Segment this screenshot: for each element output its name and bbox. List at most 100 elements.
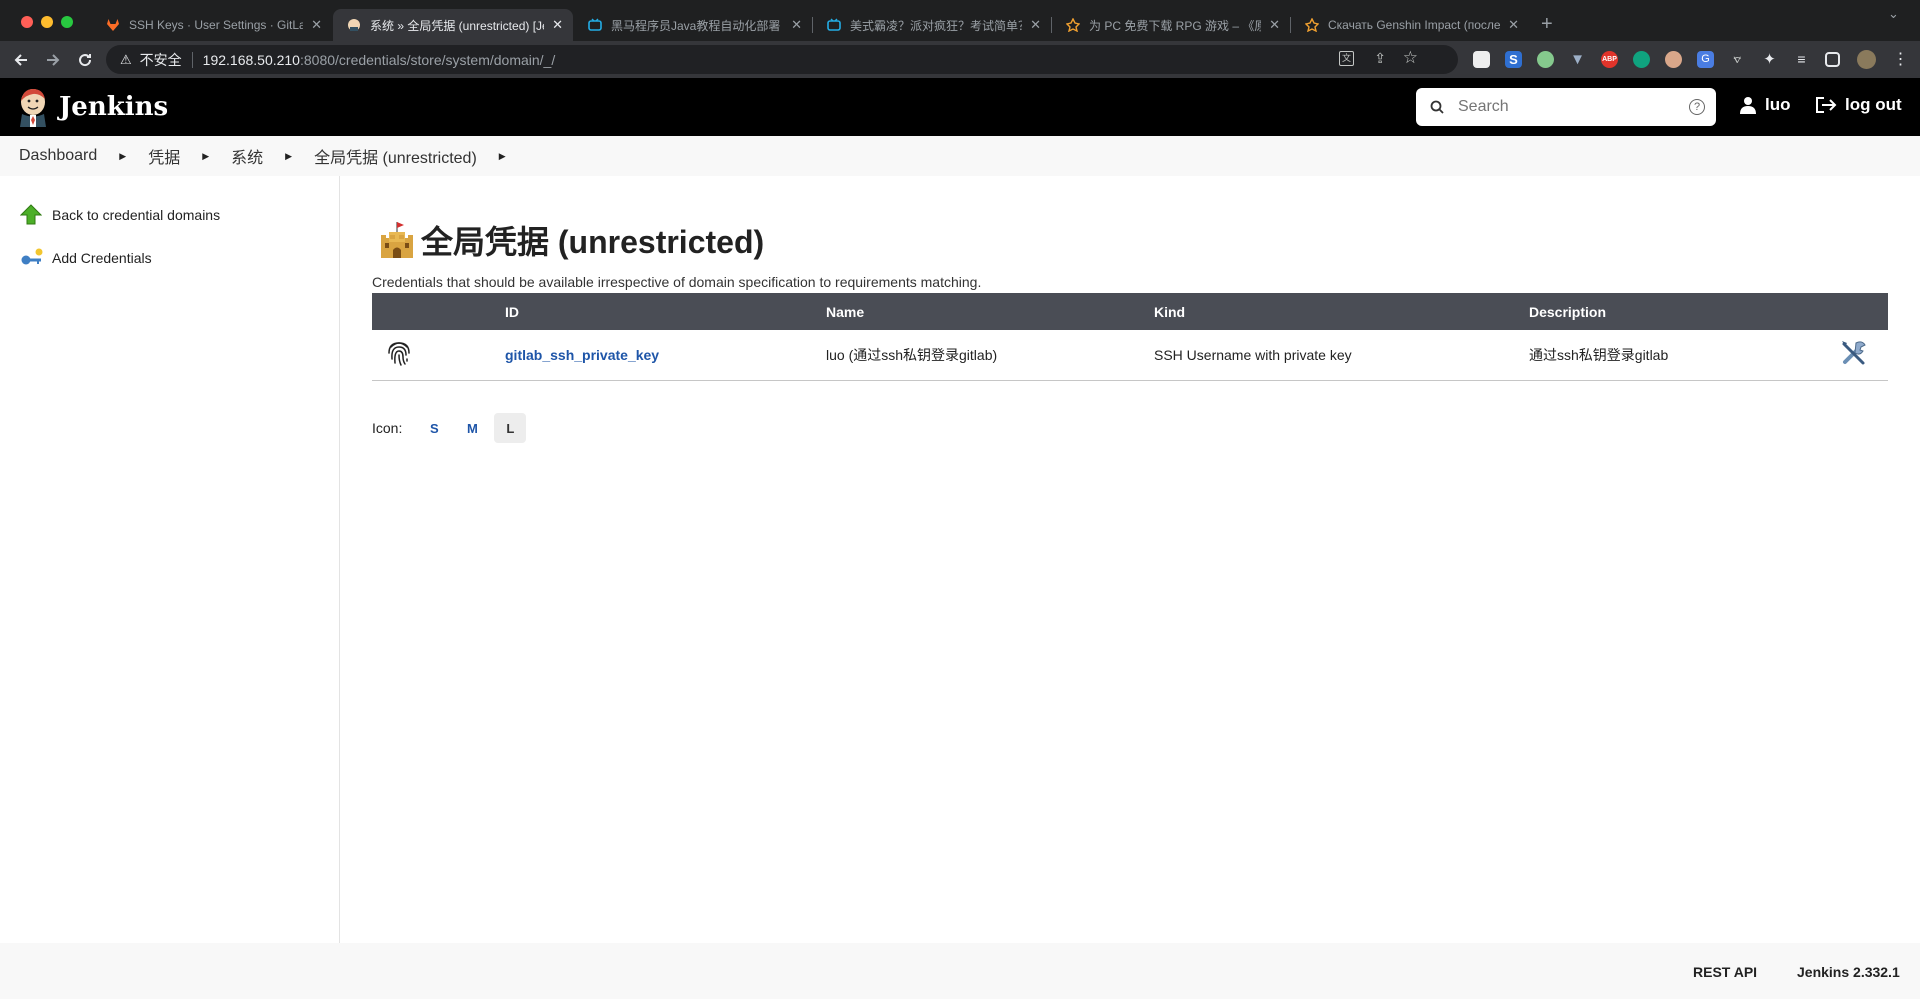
tab-title: 黑马程序员Java教程自动化部署 [611, 18, 781, 33]
breadcrumb-global-domain[interactable]: 全局凭据 (unrestricted) [314, 144, 477, 168]
tab-search-icon[interactable]: ⌄ [1888, 6, 1899, 22]
chevron-right-icon[interactable]: ▶ [119, 151, 126, 162]
user-name: luo [1765, 95, 1791, 114]
forward-button[interactable] [38, 41, 68, 78]
logout-link[interactable]: log out [1815, 95, 1902, 115]
genshin-icon [1305, 18, 1319, 32]
url-path: :8080/credentials/store/system/domain/_/ [299, 51, 556, 68]
close-icon[interactable]: ✕ [791, 17, 802, 33]
row-kind-cell: SSH Username with private key [1154, 330, 1529, 381]
ext-face-icon[interactable] [1665, 51, 1682, 68]
side-panel: Back to credential domains Add Credentia… [0, 176, 340, 943]
icon-size-l-button[interactable]: L [494, 413, 527, 443]
search-icon [1430, 100, 1444, 114]
jenkins-favicon-icon [347, 18, 361, 32]
ext-cast-icon[interactable]: ⦡ [1729, 51, 1746, 68]
new-tab-button[interactable]: + [1541, 13, 1553, 36]
window-close-button[interactable] [21, 16, 33, 28]
close-icon[interactable]: ✕ [1508, 17, 1519, 33]
browser-tab-bar: SSH Keys · User Settings · GitLab ✕ 系统 »… [0, 0, 1920, 41]
page-description: Credentials that should be available irr… [372, 274, 982, 290]
help-icon[interactable]: ? [1689, 99, 1705, 115]
jenkins-logo-text: Jenkins [59, 92, 169, 122]
puzzle-icon[interactable]: ✦ [1761, 51, 1778, 68]
ext-v-icon[interactable]: ▼ [1569, 51, 1586, 68]
row-icon-cell [372, 330, 505, 381]
page-heading: 全局凭据 (unrestricted) [377, 217, 764, 263]
logout-label: log out [1845, 95, 1902, 114]
window-minimize-button[interactable] [41, 16, 53, 28]
configure-credential-button[interactable] [1839, 338, 1869, 371]
back-to-domains-link[interactable]: Back to credential domains [20, 204, 220, 226]
google-translate-icon[interactable]: G [1697, 51, 1714, 68]
window-zoom-button[interactable] [61, 16, 73, 28]
chevron-right-icon[interactable]: ▶ [499, 151, 506, 162]
breadcrumb-dashboard[interactable]: Dashboard [19, 147, 97, 165]
close-icon[interactable]: ✕ [1030, 17, 1041, 33]
icon-size-selector: Icon: S M L [372, 413, 527, 443]
add-key-icon [21, 248, 43, 265]
jenkins-home-link[interactable]: Jenkins [17, 87, 168, 127]
adblock-icon[interactable]: ABP [1601, 51, 1618, 68]
ext-reader-icon[interactable] [1473, 51, 1490, 68]
table-header-row: ID Name Kind Description [372, 293, 1888, 330]
credential-id-link[interactable]: gitlab_ssh_private_key [505, 347, 659, 363]
bookmark-star-icon[interactable]: ☆ [1403, 48, 1418, 68]
ext-circle-icon[interactable] [1537, 51, 1554, 68]
search-input[interactable] [1458, 98, 1668, 116]
column-header-kind[interactable]: Kind [1154, 293, 1529, 330]
jenkins-header: Jenkins ? luo log out [0, 78, 1920, 136]
icon-size-m-button[interactable]: M [456, 413, 488, 443]
browser-tab-gitlab[interactable]: SSH Keys · User Settings · GitLab ✕ [92, 9, 332, 41]
warning-icon[interactable]: ⚠ [120, 52, 132, 68]
browser-tab-bilibili-1[interactable]: 黑马程序员Java教程自动化部署 ✕ [574, 9, 812, 41]
close-icon[interactable]: ✕ [552, 17, 563, 33]
reload-button[interactable] [70, 41, 100, 78]
browser-tab-bilibili-2[interactable]: 美式霸凌？派对疯狂？考试简单？ ✕ [813, 9, 1051, 41]
column-header-name[interactable]: Name [826, 293, 1154, 330]
footer: REST API Jenkins 2.332.1 [0, 943, 1920, 999]
chevron-right-icon[interactable]: ▶ [202, 151, 209, 162]
user-link[interactable]: luo [1740, 95, 1791, 115]
credentials-table: ID Name Kind Description gitlab_ssh_priv… [372, 293, 1888, 381]
browser-tab-genshin-ru[interactable]: Скачать Genshin Impact (последняя версия… [1291, 9, 1529, 41]
address-bar[interactable]: ⚠ 不安全 192.168.50.210 :8080/credentials/s… [106, 45, 1458, 74]
column-header-description[interactable]: Description [1529, 293, 1809, 330]
logout-icon [1816, 97, 1837, 113]
rest-api-link[interactable]: REST API [1693, 964, 1757, 980]
up-arrow-icon [20, 204, 42, 225]
url-host: 192.168.50.210 [202, 51, 300, 68]
breadcrumb-system[interactable]: 系统 [231, 144, 263, 168]
fingerprint-icon [388, 342, 410, 366]
media-icon[interactable]: ≡ [1793, 51, 1810, 68]
close-icon[interactable]: ✕ [311, 17, 322, 33]
search-box[interactable]: ? [1416, 88, 1716, 126]
ext-chatgpt-icon[interactable] [1633, 51, 1650, 68]
breadcrumb-credentials[interactable]: 凭据 [148, 144, 180, 168]
bilibili-icon [827, 18, 841, 32]
ext-s-icon[interactable]: S [1505, 51, 1522, 68]
browser-tab-jenkins[interactable]: 系统 » 全局凭据 (unrestricted) [Jenkins] ✕ [333, 9, 573, 41]
wrench-screwdriver-icon [1842, 341, 1866, 365]
back-button[interactable] [6, 41, 36, 78]
add-credentials-link[interactable]: Add Credentials [20, 248, 152, 268]
share-icon[interactable]: ⇪ [1374, 50, 1386, 67]
icon-size-s-button[interactable]: S [418, 413, 450, 443]
close-icon[interactable]: ✕ [1269, 17, 1280, 33]
menu-icon[interactable]: ⋮ [1892, 51, 1909, 68]
translate-icon[interactable]: 文 [1339, 51, 1354, 66]
sidebar-icon[interactable] [1825, 52, 1840, 67]
chevron-right-icon[interactable]: ▶ [285, 151, 292, 162]
column-header-id[interactable]: ID [505, 293, 826, 330]
tab-title: 为 PC 免费下载 RPG 游戏 – 《原神》 [1089, 18, 1262, 33]
profile-avatar-icon[interactable] [1857, 50, 1876, 69]
tab-title: SSH Keys · User Settings · GitLab [129, 18, 304, 32]
castle-icon [381, 222, 413, 258]
icon-size-label: Icon: [372, 420, 403, 436]
jenkins-version-link[interactable]: Jenkins 2.332.1 [1797, 964, 1900, 980]
browser-tab-genshin-cn[interactable]: 为 PC 免费下载 RPG 游戏 – 《原神》 ✕ [1052, 9, 1290, 41]
security-label[interactable]: 不安全 [140, 50, 182, 70]
table-row: gitlab_ssh_private_key luo (通过ssh私钥登录git… [372, 330, 1888, 381]
page-title: 全局凭据 (unrestricted) [421, 224, 765, 260]
tab-title: Скачать Genshin Impact (последняя версия… [1328, 18, 1501, 32]
